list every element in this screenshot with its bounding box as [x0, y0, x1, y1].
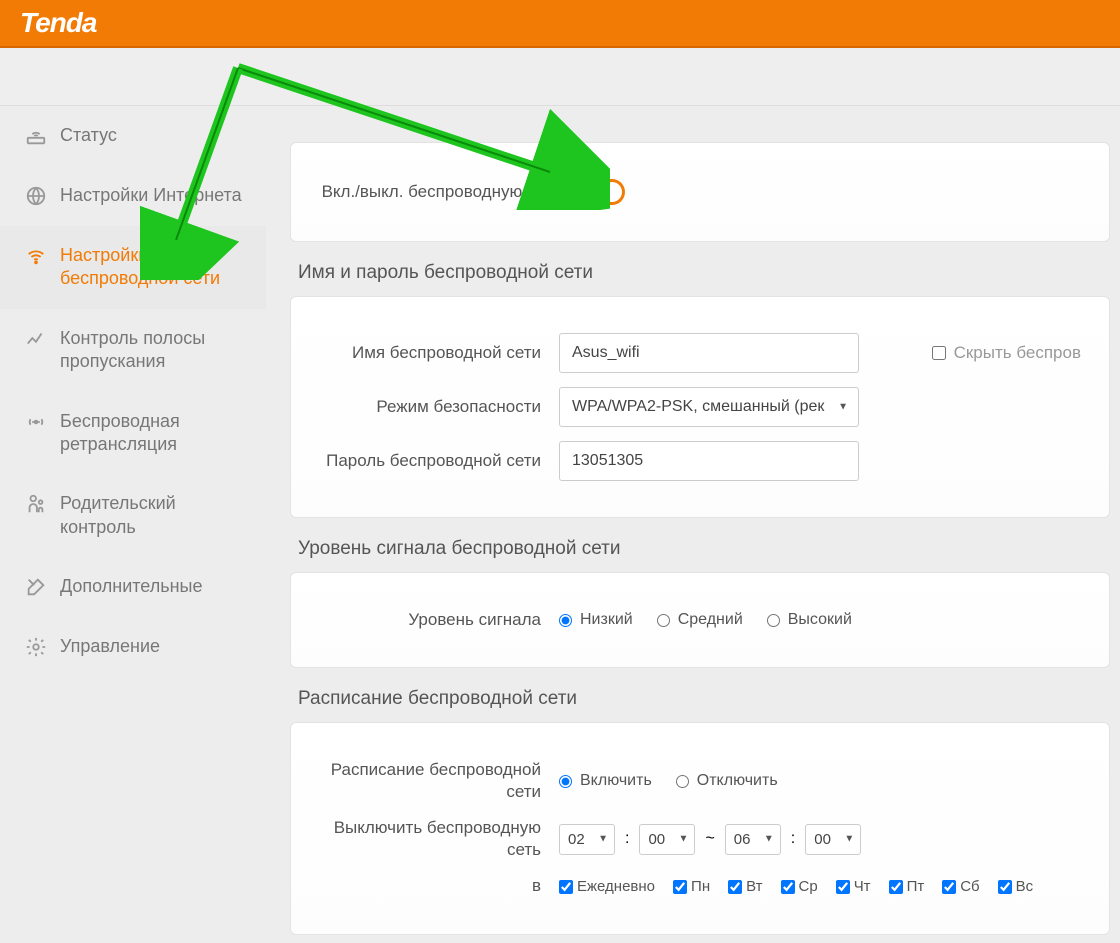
- globe-icon: [24, 184, 48, 208]
- wireless-toggle-panel: Вкл./выкл. беспроводную сеть: [290, 142, 1110, 242]
- signal-low-option[interactable]: Низкий: [559, 611, 633, 629]
- time-range: ~: [705, 830, 714, 848]
- sidebar-item-bandwidth[interactable]: Контроль полосы пропускания: [0, 309, 266, 392]
- section-title-schedule: Расписание беспроводной сети: [298, 688, 1120, 710]
- signal-med-option[interactable]: Средний: [657, 611, 743, 629]
- day-fri[interactable]: Пт: [889, 878, 925, 895]
- sidebar-item-label: Дополнительные: [60, 575, 203, 598]
- parent-icon: [24, 492, 48, 516]
- sidebar-item-relay[interactable]: Беспроводная ретрансляция: [0, 392, 266, 475]
- app-header: Tenda: [0, 0, 1120, 48]
- shutdown-label: Выключить беспроводную сеть: [319, 817, 559, 861]
- time-h1-select[interactable]: 02: [559, 824, 615, 855]
- ssid-input[interactable]: [559, 333, 859, 373]
- password-input[interactable]: [559, 441, 859, 481]
- schedule-panel: Расписание беспроводной сети Включить От…: [290, 722, 1110, 934]
- schedule-label: Расписание беспроводной сети: [319, 759, 559, 803]
- sidebar-item-wireless[interactable]: Настройки беспроводной сети: [0, 226, 266, 309]
- day-wed[interactable]: Ср: [781, 878, 818, 895]
- sidebar-item-status[interactable]: Статус: [0, 106, 266, 166]
- sidebar-item-advanced[interactable]: Дополнительные: [0, 557, 266, 617]
- wifi-icon: [24, 244, 48, 268]
- sidebar-item-label: Настройки беспроводной сети: [60, 244, 250, 291]
- ssid-label: Имя беспроводной сети: [319, 342, 559, 364]
- gear-icon: [24, 635, 48, 659]
- content-area: Вкл./выкл. беспроводную сеть Имя и парол…: [266, 106, 1120, 943]
- time-sep: :: [625, 830, 629, 848]
- security-select[interactable]: WPA/WPA2-PSK, смешанный (рек: [559, 387, 859, 427]
- day-tue[interactable]: Вт: [728, 878, 762, 895]
- day-mon[interactable]: Пн: [673, 878, 710, 895]
- time-m1-select[interactable]: 00: [639, 824, 695, 855]
- signal-high-option[interactable]: Высокий: [767, 611, 852, 629]
- sidebar-item-label: Настройки Интернета: [60, 184, 242, 207]
- time-m2-select[interactable]: 00: [805, 824, 861, 855]
- signal-label: Уровень сигнала: [319, 609, 559, 631]
- sidebar-item-parental[interactable]: Родительский контроль: [0, 474, 266, 557]
- days-label: в: [319, 875, 559, 897]
- antenna-icon: [24, 410, 48, 434]
- sidebar-item-management[interactable]: Управление: [0, 617, 266, 677]
- day-sat[interactable]: Сб: [942, 878, 979, 895]
- security-label: Режим безопасности: [319, 396, 559, 418]
- sidebar-item-label: Управление: [60, 635, 160, 658]
- day-daily[interactable]: Ежедневно: [559, 878, 655, 895]
- wireless-toggle-label: Вкл./выкл. беспроводную сеть: [319, 181, 579, 203]
- sub-header: [0, 48, 1120, 106]
- section-title-name-password: Имя и пароль беспроводной сети: [298, 262, 1120, 284]
- signal-panel: Уровень сигнала Низкий Средний Высокий: [290, 572, 1110, 668]
- brand-logo: Tenda: [20, 7, 96, 39]
- hide-ssid-label: Скрыть беспров: [954, 343, 1081, 363]
- sidebar-item-label: Беспроводная ретрансляция: [60, 410, 250, 457]
- sidebar: Статус Настройки Интернета Настройки бес…: [0, 106, 266, 943]
- sidebar-item-label: Статус: [60, 124, 117, 147]
- hide-ssid-option[interactable]: Скрыть беспров: [932, 343, 1081, 363]
- chart-icon: [24, 327, 48, 351]
- day-sun[interactable]: Вс: [998, 878, 1034, 895]
- sidebar-item-label: Родительский контроль: [60, 492, 250, 539]
- time-sep: :: [791, 830, 795, 848]
- wireless-toggle[interactable]: [579, 179, 625, 205]
- password-label: Пароль беспроводной сети: [319, 450, 559, 472]
- main-container: Статус Настройки Интернета Настройки бес…: [0, 106, 1120, 943]
- day-thu[interactable]: Чт: [836, 878, 871, 895]
- time-h2-select[interactable]: 06: [725, 824, 781, 855]
- hide-ssid-checkbox[interactable]: [932, 346, 946, 360]
- status-icon: [24, 124, 48, 148]
- schedule-enable-option[interactable]: Включить: [559, 772, 652, 790]
- section-title-signal: Уровень сигнала беспроводной сети: [298, 538, 1120, 560]
- schedule-disable-option[interactable]: Отключить: [676, 772, 778, 790]
- sidebar-item-label: Контроль полосы пропускания: [60, 327, 250, 374]
- tools-icon: [24, 575, 48, 599]
- name-password-panel: Имя беспроводной сети Скрыть беспров Реж…: [290, 296, 1110, 518]
- sidebar-item-internet[interactable]: Настройки Интернета: [0, 166, 266, 226]
